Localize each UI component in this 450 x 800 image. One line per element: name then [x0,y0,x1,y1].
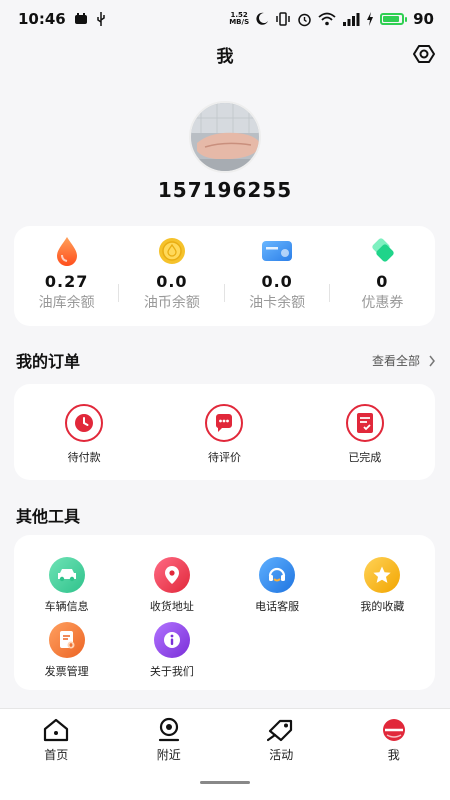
coupon-icon [372,238,395,262]
nav-label: 首页 [44,748,69,762]
balance-label: 油币余额 [143,295,200,311]
wifi-icon [318,12,336,26]
vibrate-icon [276,12,290,26]
orders-section-title: 我的订单 [16,352,81,371]
info-icon [163,632,180,648]
battery-percent: 90 [413,10,434,28]
location-pin-icon [164,566,179,584]
chat-icon [216,414,233,432]
order-completed[interactable]: 已完成 [295,384,435,480]
oil-drop-icon [56,237,77,266]
tool-shipping-address[interactable]: 收货地址 [119,557,224,614]
alarm-icon [298,13,311,26]
star-icon [373,566,391,583]
nav-label: 活动 [269,748,294,762]
balance-value: 0.27 [44,272,89,291]
balance-item-coin[interactable]: 0.0 油币余额 [119,226,225,326]
balance-value: 0 [376,272,389,291]
car-icon [57,569,76,582]
home-icon [44,718,69,742]
balance-item-coupon[interactable]: 0 优惠券 [330,226,435,326]
balance-item-card[interactable]: 0.0 油卡余额 [225,226,331,326]
order-label: 待付款 [67,451,101,464]
invoice-icon [59,631,75,649]
battery-icon [380,13,408,25]
settings-button[interactable] [412,42,436,66]
nav-activity[interactable]: 活动 [225,709,338,771]
nav-label: 附近 [156,748,181,762]
page-title: 我 [216,46,234,67]
view-all-label: 查看全部 [371,354,420,368]
tool-label: 电话客服 [255,600,300,613]
balance-card: 0.27 油库余额 0.0 油币余额 0.0 油卡余额 0 优惠券 [14,226,435,326]
tool-vehicle-info[interactable]: 车辆信息 [14,557,119,614]
tool-label: 车辆信息 [44,600,89,613]
card-icon [262,241,293,261]
headset-icon [269,567,286,582]
clock: 10:46 [18,10,66,28]
user-phone: 157196255 [157,178,293,202]
order-label: 已完成 [348,451,382,464]
nav-profile[interactable]: 我 [338,709,450,771]
orders-card: 待付款 待评价 已完成 [14,384,435,480]
balance-value: 0.0 [156,272,188,291]
coin-icon [158,238,185,264]
tools-section-title: 其他工具 [16,507,81,526]
nav-home[interactable]: 首页 [0,709,113,771]
profile-icon [382,719,405,741]
page-header: 我 [0,38,450,70]
status-bar: 10:46 1.52 MB/S 90 [0,0,450,38]
balance-value: 0.0 [261,272,293,291]
clock-icon [75,414,94,432]
signal-icon [343,13,360,26]
balance-label: 油卡余额 [249,295,306,311]
network-speed-unit: MB/S [229,18,250,26]
chevron-right-icon [429,355,435,366]
tool-label: 我的收藏 [360,600,405,613]
tool-customer-service[interactable]: 电话客服 [225,557,330,614]
order-pending-review[interactable]: 待评价 [154,384,294,480]
tools-card: 车辆信息 收货地址 电话客服 我的收藏 发票管理 关于我们 [14,535,435,690]
usb-icon [97,12,105,26]
nav-label: 我 [387,748,400,762]
settings-icon [413,45,435,63]
balance-label: 油库余额 [38,295,95,311]
balance-label: 优惠券 [361,295,404,311]
tool-invoice-management[interactable]: 发票管理 [14,622,119,679]
nearby-icon [158,717,179,742]
tool-label: 关于我们 [149,665,194,678]
status-bar-left: 10:46 [18,10,106,28]
tool-about-us[interactable]: 关于我们 [119,622,224,679]
order-pending-payment[interactable]: 待付款 [14,384,154,480]
tool-favorites[interactable]: 我的收藏 [330,557,435,614]
home-indicator[interactable] [200,781,250,784]
status-bar-right: 1.52 MB/S 90 [229,10,434,28]
view-all-orders-link[interactable]: 查看全部 [372,352,436,369]
tool-label: 收货地址 [149,600,194,613]
nav-nearby[interactable]: 附近 [113,709,226,771]
moon-icon [256,12,269,25]
tag-icon [267,719,293,742]
tool-label: 发票管理 [44,665,89,678]
avatar-image [191,103,259,171]
balance-item-oil[interactable]: 0.27 油库余额 [14,226,120,326]
document-check-icon [356,413,373,433]
order-label: 待评价 [207,451,241,464]
notification-icon [74,13,87,24]
network-speed: 1.52 MB/S [229,12,249,26]
avatar[interactable] [189,101,261,173]
bottom-navigation: 首页 附近 活动 我 [0,708,450,800]
charging-icon [367,12,374,26]
